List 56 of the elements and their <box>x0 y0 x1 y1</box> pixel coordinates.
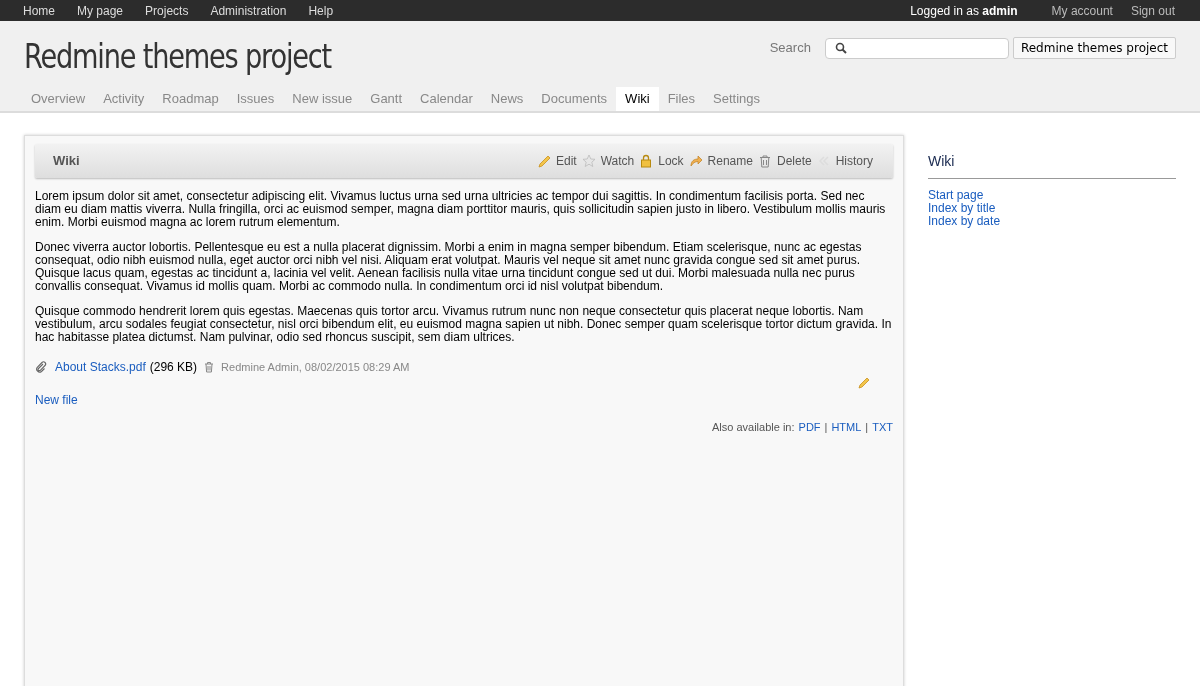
nav-tab[interactable]: New issue <box>283 87 362 111</box>
search-icon <box>834 42 847 54</box>
top-menu-link[interactable]: Help <box>308 1 334 20</box>
trash-icon <box>757 154 772 168</box>
wiki-paragraph: Lorem ipsum dolor sit amet, consectetur adipiscing elit. Vivamus luctus urna sed urna ultricies ac tempor dui sagittis. In condimentum facilisis porta. Sed nec diam eu diam mattis viverra. Nulla fringilla, orci ac euismod semper, magna diam porttitor mauris, quis sollicitudin sapien justo in libero. Vestibulum mollis mauris enim. Morbi euismod magna ac lorem rutrum elementum. <box>35 190 887 229</box>
action-link[interactable]: Watch <box>600 152 635 170</box>
account-link[interactable]: My account <box>1051 1 1113 20</box>
nav-tab[interactable]: Activity <box>94 87 154 111</box>
account-link[interactable]: Sign out <box>1130 1 1175 20</box>
sidebar-link[interactable]: Index by title <box>928 202 996 215</box>
export-link[interactable]: PDF <box>798 419 821 436</box>
nav-tab[interactable]: Gantt <box>361 87 412 111</box>
action-link[interactable]: Lock <box>658 152 684 170</box>
nav-tab[interactable]: Roadmap <box>153 87 228 111</box>
action-link[interactable]: Delete <box>776 152 812 170</box>
nav-tab[interactable]: Issues <box>227 87 284 111</box>
logged-in-text: Logged in as admin <box>910 2 1018 20</box>
search-field[interactable] <box>824 37 1009 59</box>
action-link[interactable]: Rename <box>707 152 753 170</box>
pencil-icon[interactable] <box>857 376 871 390</box>
paperclip-icon <box>35 361 47 373</box>
nav-tab[interactable]: Calendar <box>411 87 482 111</box>
separator-text: | <box>865 420 869 435</box>
pencil-icon <box>537 154 551 168</box>
sidebar-link[interactable]: Index by date <box>928 215 1001 228</box>
export-label: Also available in: <box>712 420 795 435</box>
nav-tab[interactable]: Documents <box>532 87 617 111</box>
top-menu-link[interactable]: My page <box>77 1 124 20</box>
top-menu-link[interactable]: Projects <box>145 1 189 20</box>
project-title: Redmine themes project <box>24 35 332 78</box>
nav-tab[interactable]: Wiki <box>616 87 659 111</box>
top-menu-link[interactable]: Administration <box>210 1 287 20</box>
new-file-link[interactable]: New file <box>35 391 78 409</box>
nav-tab[interactable]: Settings <box>704 87 770 111</box>
wiki-paragraph: Quisque commodo hendrerit lorem quis egestas. Maecenas quis tortor arcu. Vivamus rutrum nunc non neque consectetur quis placerat neque lobortis. Nam vestibulum, arcu sodales feugiat consectetur, nisl orci bibendum elit, eu euismod magna sapien ut nibh. Donec semper quam scelerisque tortor dictum gravida. In hac habitasse platea dictumst. Nam pulvinar, odio sed rhoncus suscipit, sem diam ultrices. <box>35 305 893 344</box>
attachment-link[interactable]: About Stacks.pdf <box>55 358 146 376</box>
export-link[interactable]: HTML <box>831 419 862 436</box>
project-selector[interactable]: Redmine themes project <box>1012 37 1176 59</box>
nav-tab[interactable]: Overview <box>22 87 95 111</box>
attachment-size: (296 KB) <box>149 359 198 376</box>
export-link[interactable]: TXT <box>872 419 893 436</box>
attachment-author-date: Redmine Admin, 08/02/2015 08:29 AM <box>221 359 410 375</box>
trash-icon[interactable] <box>203 361 216 373</box>
star-icon <box>581 154 596 168</box>
padlock-icon <box>639 154 654 168</box>
separator-text: | <box>824 420 828 435</box>
sidebar-title: Wiki <box>928 151 1176 179</box>
action-link[interactable]: Edit <box>556 152 577 170</box>
sidebar-link[interactable]: Start page <box>928 189 984 202</box>
top-menu-link[interactable]: Home <box>23 1 55 20</box>
curved-arrow-icon <box>688 154 703 168</box>
search-label: Search <box>769 39 811 58</box>
action-link[interactable]: History <box>835 152 873 170</box>
wiki-title: Wiki <box>53 152 80 171</box>
wiki-paragraph: Donec viverra auctor lobortis. Pellentesque eu est a nulla placerat dignissim. Morbi a enim in magna semper bibendum. Etiam scelerisque, nunc ac egestas consequat, odio nibh euismod nulla, eget auctor orci nibh vel nisi. Aliquam erat volutpat. Mauris vel neque sit amet nunc gravida congue sed sit amet purus. Quisque lacus quam, egestas ac tincidunt a, lacinia vel velit. Aenean facilisis nulla vitae urna tincidunt congue sed ut dui. Morbi malesuada nulla nec purus convallis consequat. Vivamus id mollis quam. Morbi ac commodo nulla. In condimentum orci id nisl volutpat bibendum. <box>35 241 863 293</box>
nav-tab[interactable]: News <box>481 87 533 111</box>
